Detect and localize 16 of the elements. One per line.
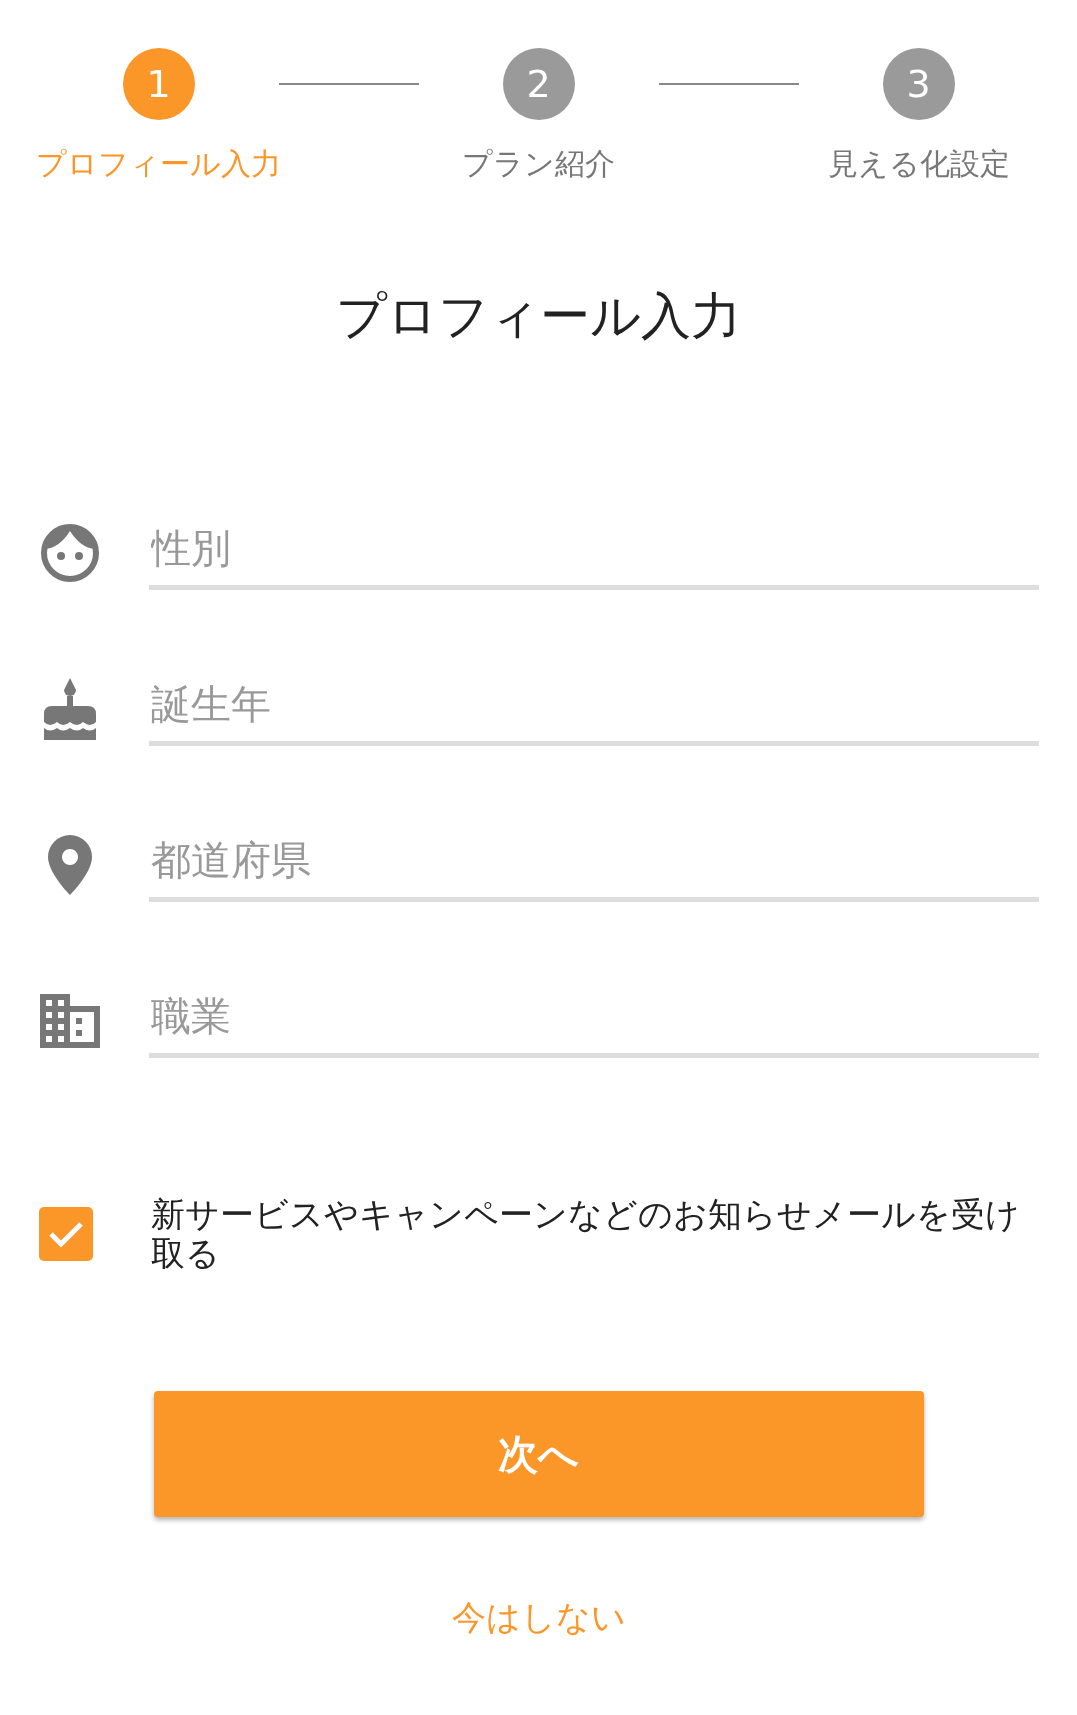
building-icon — [39, 993, 100, 1048]
location-pin-icon — [47, 834, 92, 895]
step-label: 見える化設定 — [827, 145, 1010, 183]
step-number: 2 — [502, 48, 575, 120]
step-number: 3 — [882, 48, 955, 120]
skip-link[interactable]: 今はしない — [451, 1595, 626, 1642]
cake-icon — [41, 677, 98, 740]
step-label: プロフィール入力 — [36, 145, 281, 183]
check-icon — [47, 1220, 84, 1249]
checkbox-label: 新サービスやキャンペーンなどのお知らせメールを受け取る — [150, 1195, 1021, 1274]
step-label: プラン紹介 — [462, 145, 615, 183]
step-number: 1 — [122, 48, 195, 120]
checkbox[interactable] — [38, 1207, 93, 1262]
next-button[interactable]: 次へ — [153, 1391, 924, 1518]
face-icon — [39, 522, 100, 583]
page-title: プロフィール入力 — [336, 286, 741, 347]
